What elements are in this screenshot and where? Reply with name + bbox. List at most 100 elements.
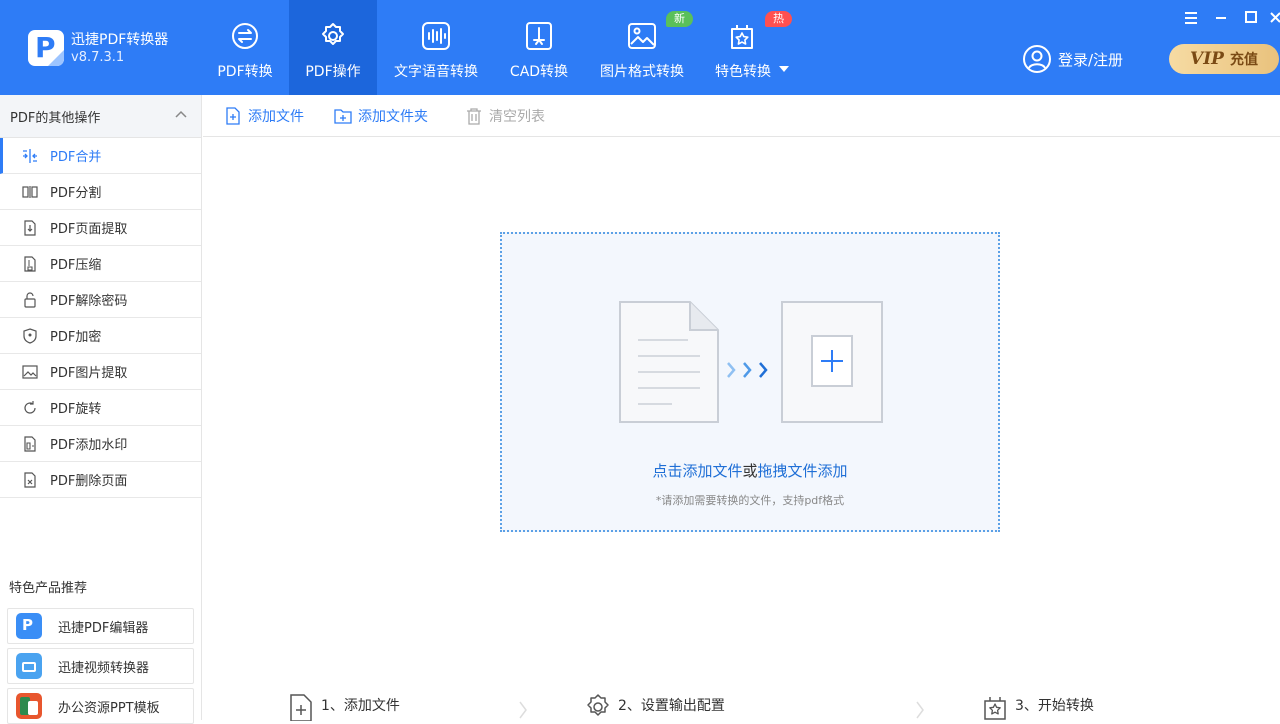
recommend-video-converter[interactable]: 迅捷视频转换器 (7, 648, 194, 684)
nav-cad-convert[interactable]: CAD转换 (495, 0, 583, 95)
recommend-label: 迅捷视频转换器 (58, 660, 150, 676)
step-arrow-icon (916, 701, 924, 719)
dropzone-hint: *请添加需要转换的文件，支持pdf格式 (655, 494, 845, 507)
nav-pdf-operations[interactable]: PDF操作 (289, 0, 377, 95)
sidebar: PDF的其他操作 PDF合并 PDF分割 PDF页面提取 PDF压缩 PDF解除… (0, 95, 202, 724)
sidebar-section-title: PDF的其他操作 (10, 110, 101, 126)
image-extract-icon (22, 364, 38, 379)
sidebar-item-watermark[interactable]: PDF添加水印 (0, 426, 201, 462)
sidebar-item-image-extract[interactable]: PDF图片提取 (0, 354, 201, 390)
recommend-label: 迅捷PDF编辑器 (58, 620, 149, 636)
trash-icon (467, 108, 481, 125)
compress-icon (24, 255, 36, 272)
login-button[interactable]: 登录/注册 (1022, 44, 1123, 74)
vip-text: VIP (1190, 49, 1224, 69)
image-icon (628, 23, 656, 49)
step-title: 1、添加文件 (321, 698, 400, 714)
audio-wave-icon (422, 22, 450, 50)
step-arrow-icon (519, 701, 527, 719)
vip-action: 充值 (1229, 52, 1258, 68)
page-extract-icon (24, 219, 36, 236)
step-title: 2、设置输出配置 (618, 698, 725, 714)
nav-label: 图片格式转换 (600, 64, 684, 80)
split-icon (22, 185, 38, 198)
sidebar-item-label: PDF解除密码 (50, 294, 128, 309)
chevron-up-icon (175, 110, 187, 118)
add-file-icon (226, 107, 240, 125)
sidebar-item-pdf-merge[interactable]: PDF合并 (0, 138, 201, 174)
sidebar-item-label: PDF加密 (50, 330, 102, 345)
nav-label: PDF操作 (305, 64, 361, 80)
drag-add-file-link[interactable]: 拖拽文件添加 (758, 462, 848, 480)
recommend-title: 特色产品推荐 (9, 581, 88, 596)
app-logo-icon: P (28, 30, 64, 66)
dropzone-prompt: 点击添加文件或拖拽文件添加 (502, 460, 998, 481)
sidebar-item-label: PDF添加水印 (50, 438, 128, 453)
shield-icon (23, 327, 37, 344)
add-folder-label: 添加文件夹 (358, 109, 428, 125)
step-title: 3、开始转换 (1015, 698, 1094, 714)
gear-icon (322, 23, 344, 45)
sidebar-item-rotate[interactable]: PDF旋转 (0, 390, 201, 426)
or-text: 或 (742, 462, 758, 480)
delete-page-icon (24, 471, 36, 488)
sidebar-item-label: PDF合并 (50, 150, 102, 165)
vip-recharge-button[interactable]: VIP 充值 (1169, 44, 1279, 74)
top-bar: P 迅捷PDF转换器 v8.7.3.1 PDF转换 PDF操作 文字语音转换 C… (0, 0, 1280, 95)
recommend-label: 办公资源PPT模板 (58, 700, 160, 716)
sidebar-item-label: PDF分割 (50, 186, 102, 201)
app-name: 迅捷PDF转换器 (71, 32, 169, 48)
sidebar-item-page-extract[interactable]: PDF页面提取 (0, 210, 201, 246)
convert-icon (232, 23, 258, 49)
recommend-pdf-editor[interactable]: P 迅捷PDF编辑器 (7, 608, 194, 644)
sidebar-item-delete-page[interactable]: PDF删除页面 (0, 462, 201, 498)
sidebar-item-unlock[interactable]: PDF解除密码 (0, 282, 201, 318)
nav-label: 文字语音转换 (394, 64, 478, 80)
star-box-icon (731, 25, 753, 49)
user-avatar-icon (1023, 45, 1051, 73)
sidebar-item-encrypt[interactable]: PDF加密 (0, 318, 201, 354)
video-converter-app-icon (16, 653, 42, 679)
ppt-template-app-icon (16, 693, 42, 719)
rotate-icon (24, 400, 36, 414)
clear-list-label: 清空列表 (489, 109, 545, 125)
login-label: 登录/注册 (1058, 50, 1124, 69)
pdf-editor-app-icon: P (16, 613, 42, 639)
nav-label: CAD转换 (509, 64, 569, 80)
nav-pdf-convert[interactable]: PDF转换 (201, 0, 289, 95)
sidebar-item-label: PDF旋转 (50, 402, 102, 417)
maximize-icon[interactable] (1241, 8, 1261, 28)
settings-step-icon (587, 694, 609, 716)
sidebar-item-label: PDF图片提取 (50, 366, 128, 381)
recommend-ppt-template[interactable]: 办公资源PPT模板 (7, 688, 194, 724)
merge-icon (23, 148, 37, 163)
add-folder-button[interactable]: 添加文件夹 (334, 106, 428, 126)
click-add-file-link[interactable]: 点击添加文件 (652, 462, 742, 480)
sidebar-item-compress[interactable]: PDF压缩 (0, 246, 201, 282)
sidebar-section-header[interactable]: PDF的其他操作 (0, 95, 201, 138)
app-version: v8.7.3.1 (71, 50, 125, 65)
clear-list-button[interactable]: 清空列表 (465, 106, 545, 126)
nav-label: PDF转换 (217, 64, 273, 80)
add-file-label: 添加文件 (248, 109, 304, 125)
new-badge: 新 (666, 11, 693, 27)
add-file-button[interactable]: 添加文件 (224, 106, 304, 126)
nav-text-speech[interactable]: 文字语音转换 (392, 0, 480, 95)
add-folder-icon (334, 109, 352, 124)
start-convert-step-icon (984, 697, 1006, 720)
watermark-icon (24, 435, 36, 452)
hot-badge: 热 (765, 11, 792, 27)
close-icon[interactable] (1268, 8, 1280, 28)
toolbar: 添加文件 添加文件夹 清空列表 (203, 95, 1280, 137)
file-drop-zone[interactable]: 点击添加文件或拖拽文件添加 *请添加需要转换的文件，支持pdf格式 (500, 232, 1000, 532)
cad-icon (526, 22, 552, 50)
caret-down-icon (779, 66, 789, 72)
menu-icon[interactable] (1181, 8, 1201, 28)
sidebar-item-label: PDF删除页面 (50, 474, 128, 489)
sidebar-item-pdf-split[interactable]: PDF分割 (0, 174, 201, 210)
sidebar-item-label: PDF压缩 (50, 258, 102, 273)
add-file-illustration-icon (619, 301, 883, 423)
add-file-step-icon (290, 694, 312, 721)
unlock-icon (24, 291, 36, 308)
minimize-icon[interactable] (1211, 8, 1231, 28)
